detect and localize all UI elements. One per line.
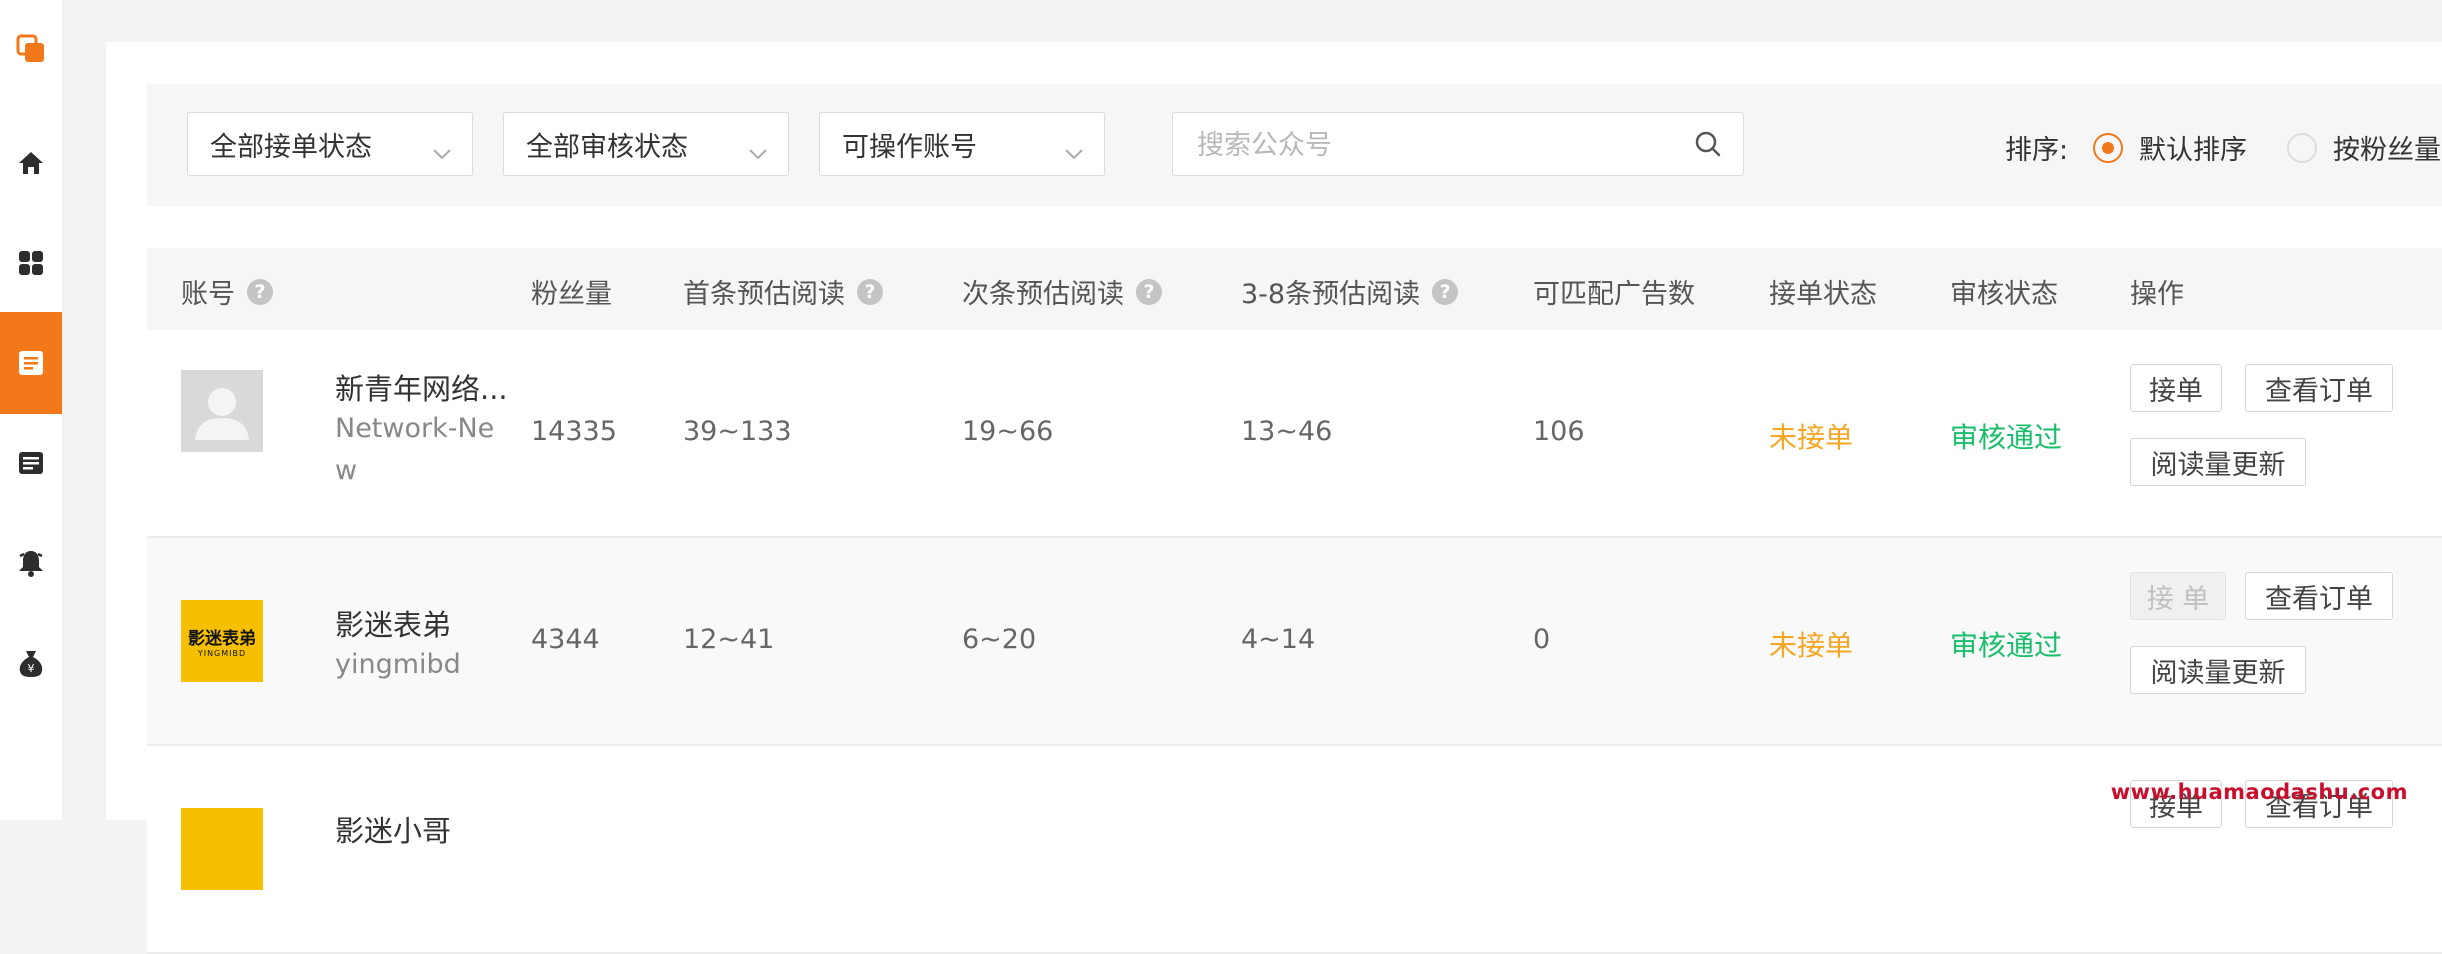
account-scope-select[interactable]: 可操作账号	[819, 112, 1105, 176]
grid-icon	[17, 249, 45, 277]
avatar	[181, 370, 263, 452]
order-status-badge: 未接单	[1769, 629, 1854, 662]
help-icon[interactable]: ?	[857, 278, 883, 305]
sidebar-item-home[interactable]	[0, 132, 62, 194]
sidebar-item-finance[interactable]: ¥	[0, 632, 62, 694]
first-read-estimate: 39~133	[683, 416, 792, 447]
sort-by-fans-label: 按粉丝量	[2333, 135, 2441, 166]
table-row: 新青年网络... Network-New 14335 39~133 19~66 …	[147, 330, 2442, 538]
search-input[interactable]	[1195, 125, 1679, 165]
column-header-order-status: 接单状态	[1769, 272, 1877, 311]
order-status-select-value: 全部接单状态	[210, 131, 372, 163]
sidebar-item-accounts[interactable]	[0, 312, 62, 414]
column-header-second-read: 次条预估阅读 ?	[962, 272, 1162, 311]
account-name[interactable]: 影迷表弟	[335, 602, 451, 644]
column-header-fans[interactable]: 粉丝量	[531, 272, 612, 311]
chevron-down-icon	[1064, 137, 1084, 168]
filter-bar: 全部接单状态 全部审核状态 可操作账号 排序: 默认排序	[147, 84, 2442, 206]
bell-icon	[16, 548, 46, 578]
account-id: Network-New	[335, 413, 495, 486]
sidebar-item-notifications[interactable]	[0, 532, 62, 594]
sidebar-item-windows[interactable]	[0, 18, 62, 80]
view-orders-button[interactable]: 查看订单	[2245, 364, 2393, 412]
fans-count: 4344	[531, 624, 600, 655]
help-icon[interactable]: ?	[1432, 278, 1459, 305]
avatar: 影迷表弟 YINGMIBD	[181, 600, 263, 682]
second-read-estimate: 6~20	[962, 624, 1037, 655]
other-read-estimate: 4~14	[1241, 624, 1316, 655]
column-header-label: 3-8条预估阅读	[1241, 279, 1421, 310]
avatar-logo-subtext: YINGMIBD	[197, 649, 247, 658]
home-icon	[17, 149, 45, 177]
money-bag-icon: ¥	[17, 648, 45, 678]
help-icon[interactable]: ?	[247, 278, 273, 305]
second-read-estimate: 19~66	[962, 416, 1054, 447]
ad-count: 106	[1533, 416, 1585, 447]
account-id: yingmibd	[335, 649, 461, 680]
watermark: www.huamaodashu.com	[2110, 780, 2408, 804]
default-user-icon	[195, 388, 249, 440]
table-row: 影迷表弟 YINGMIBD 影迷表弟 yingmibd 4344 12~41 6…	[147, 538, 2442, 746]
search-box	[1172, 112, 1744, 176]
review-status-select-value: 全部审核状态	[526, 131, 688, 163]
chevron-down-icon	[432, 137, 452, 168]
sidebar-item-apps[interactable]	[0, 232, 62, 294]
column-header-label: 次条预估阅读	[962, 279, 1124, 310]
review-status-select[interactable]: 全部审核状态	[503, 112, 789, 176]
radio-checked-icon	[2093, 132, 2123, 163]
review-status-badge: 审核通过	[1950, 629, 2063, 662]
search-icon[interactable]	[1693, 129, 1723, 163]
sort-by-fans-radio[interactable]: 按粉丝量	[2287, 128, 2441, 167]
other-read-estimate: 13~46	[1241, 416, 1333, 447]
sort-default-label: 默认排序	[2139, 135, 2247, 166]
avatar	[181, 808, 263, 890]
sidebar: ¥	[0, 0, 62, 820]
account-scope-select-value: 可操作账号	[842, 131, 977, 163]
accept-order-button[interactable]: 接 单	[2130, 572, 2226, 620]
avatar-logo-text: 影迷表弟	[188, 629, 256, 649]
svg-text:¥: ¥	[28, 662, 35, 675]
column-header-ad-count: 可匹配广告数	[1533, 272, 1695, 311]
column-header-label: 操作	[2130, 279, 2184, 310]
column-header-label: 账号	[181, 279, 235, 310]
main-panel: 全部接单状态 全部审核状态 可操作账号 排序: 默认排序	[106, 42, 2442, 954]
fans-count: 14335	[531, 416, 617, 447]
review-status-badge: 审核通过	[1950, 421, 2063, 454]
table-header: 账号 ? 粉丝量 首条预估阅读 ? 次条预估阅读 ? 3-8条预估阅读 ? 可匹…	[147, 248, 2442, 332]
radio-unchecked-icon	[2287, 132, 2317, 163]
sort-label: 排序:	[2005, 135, 2069, 166]
sort-default-radio[interactable]: 默认排序	[2093, 128, 2247, 167]
list-icon	[17, 449, 45, 477]
column-header-review-status: 审核状态	[1950, 272, 2058, 311]
order-status-select[interactable]: 全部接单状态	[187, 112, 473, 176]
account-name[interactable]: 影迷小哥	[335, 808, 451, 850]
update-reads-button[interactable]: 阅读量更新	[2130, 438, 2306, 486]
chevron-down-icon	[748, 137, 768, 168]
view-orders-button[interactable]: 查看订单	[2245, 572, 2393, 620]
help-icon[interactable]: ?	[1136, 278, 1162, 305]
first-read-estimate: 12~41	[683, 624, 775, 655]
column-header-account: 账号 ?	[181, 272, 273, 311]
column-header-label: 可匹配广告数	[1533, 279, 1695, 310]
table-row: 影迷小哥 接单 查看订单	[147, 746, 2442, 954]
window-copy-icon	[16, 34, 46, 64]
column-header-actions: 操作	[2130, 272, 2184, 311]
account-name[interactable]: 新青年网络...	[335, 366, 508, 408]
document-icon	[16, 348, 46, 378]
column-header-other-read: 3-8条预估阅读 ?	[1241, 272, 1459, 311]
column-header-first-read: 首条预估阅读 ?	[683, 272, 883, 311]
update-reads-button[interactable]: 阅读量更新	[2130, 646, 2306, 694]
accept-order-button[interactable]: 接单	[2130, 364, 2222, 412]
column-header-label: 粉丝量	[531, 279, 612, 310]
column-header-label: 审核状态	[1950, 279, 2058, 310]
column-header-label: 接单状态	[1769, 279, 1877, 310]
order-status-badge: 未接单	[1769, 421, 1854, 454]
column-header-label: 首条预估阅读	[683, 279, 845, 310]
ad-count: 0	[1533, 624, 1551, 655]
sidebar-item-list[interactable]	[0, 432, 62, 494]
